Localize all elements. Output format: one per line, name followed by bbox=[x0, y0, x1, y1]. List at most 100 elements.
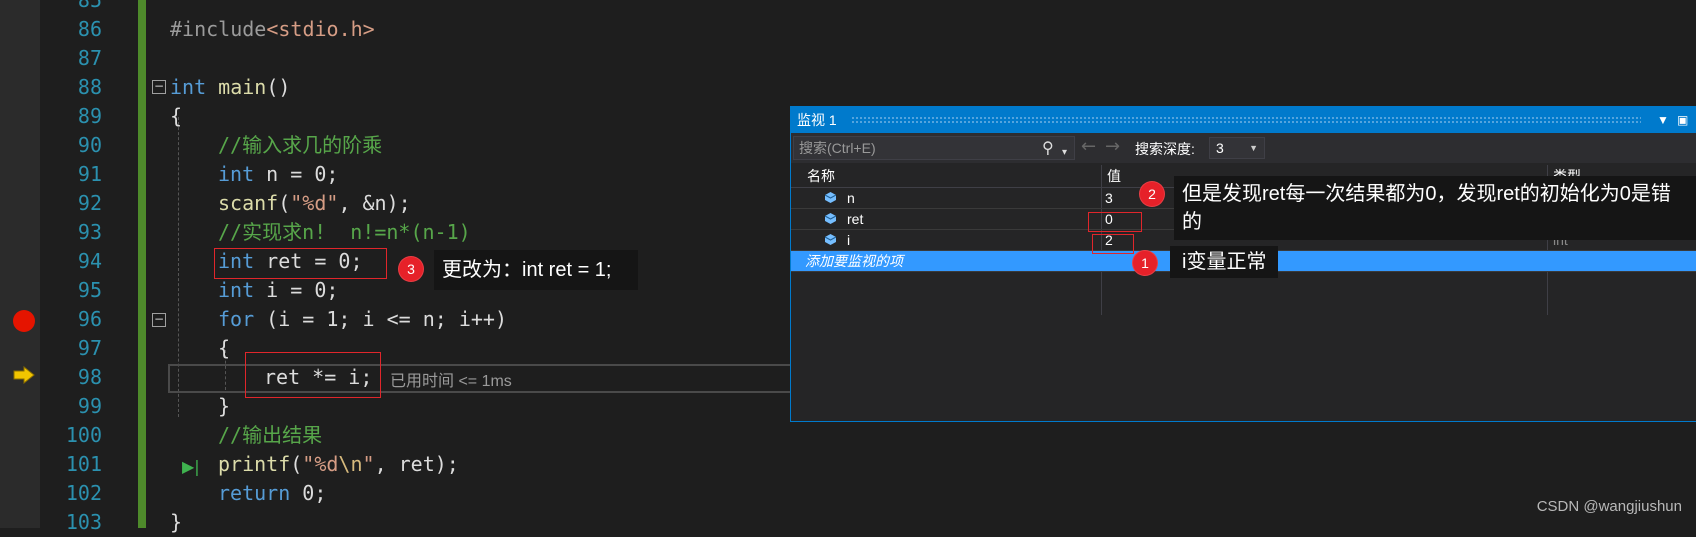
code-line-102[interactable]: return 0; bbox=[218, 479, 326, 508]
escape-sequence: \n bbox=[338, 452, 363, 476]
code-line-97[interactable]: { bbox=[218, 334, 230, 363]
perftip-elapsed-time[interactable]: 已用时间 <= 1ms bbox=[390, 367, 512, 391]
title-grip[interactable] bbox=[851, 116, 1641, 124]
collapse-icon[interactable]: − bbox=[152, 80, 166, 94]
search-depth-label: 搜索深度: bbox=[1135, 141, 1195, 157]
annotation-badge-3: 3 bbox=[398, 256, 424, 282]
line-number: 88 bbox=[77, 75, 102, 99]
code-text: ( bbox=[290, 452, 303, 476]
current-statement-arrow-icon bbox=[13, 366, 35, 384]
code-line-88[interactable]: int main() bbox=[170, 73, 290, 102]
code-line-96[interactable]: for (i = 1; i <= n; i++) bbox=[218, 305, 507, 334]
line-number: 103 bbox=[65, 510, 102, 534]
change-tracking-bar bbox=[138, 0, 146, 528]
maximize-icon[interactable]: ▣ bbox=[1677, 107, 1688, 133]
line-number: 85 bbox=[77, 0, 102, 12]
watch-search-input[interactable]: 搜索(Ctrl+E) ⚲ ▾ bbox=[793, 136, 1075, 160]
line-number: 92 bbox=[77, 191, 102, 215]
string-literal: "%d" bbox=[290, 191, 339, 215]
string-literal: " bbox=[362, 452, 375, 476]
annotation-badge-2: 2 bbox=[1139, 181, 1165, 207]
watermark: CSDN @wangjiushun bbox=[1536, 498, 1682, 515]
code-text: ( bbox=[278, 191, 291, 215]
code-line-92[interactable]: scanf("%d", &n); bbox=[218, 189, 411, 218]
line-number: 93 bbox=[77, 220, 102, 244]
code-line-101[interactable]: printf("%d\n", ret); bbox=[218, 450, 459, 479]
highlight-box-ret-multiply bbox=[245, 352, 381, 398]
code-line-91[interactable]: int n = 0; bbox=[218, 160, 338, 189]
function-name: scanf bbox=[218, 191, 279, 215]
keyword: return bbox=[218, 481, 291, 505]
line-number: 98 bbox=[77, 365, 102, 389]
collapse-icon[interactable]: − bbox=[152, 313, 166, 327]
column-name-header[interactable]: 名称 bbox=[807, 165, 835, 187]
breakpoint-icon[interactable] bbox=[13, 310, 35, 332]
keyword: int bbox=[170, 75, 207, 99]
annotation-callout-1: i变量正常 bbox=[1170, 246, 1279, 278]
line-number: 97 bbox=[77, 336, 102, 360]
search-icon[interactable]: ⚲ bbox=[1042, 138, 1054, 160]
function-name: main bbox=[218, 75, 267, 99]
search-depth-select[interactable]: 3 ▼ bbox=[1209, 137, 1265, 159]
breakpoint-margin[interactable] bbox=[0, 0, 40, 528]
highlight-box-ret-value bbox=[1088, 212, 1142, 232]
code-line-90[interactable]: //输入求几的阶乘 bbox=[218, 131, 382, 160]
watch-row-value[interactable]: 3 bbox=[1105, 188, 1113, 208]
code-text: () bbox=[266, 75, 291, 99]
add-watch-item-label[interactable]: 添加要监视的项 bbox=[805, 251, 903, 271]
code-text: , ret); bbox=[374, 452, 459, 476]
run-to-click-icon[interactable]: ▶| bbox=[182, 457, 200, 476]
watch-row-name: n bbox=[847, 190, 855, 206]
line-number: 89 bbox=[77, 104, 102, 128]
code-text: i = 0; bbox=[254, 278, 339, 302]
code-line-99[interactable]: } bbox=[218, 392, 230, 421]
chevron-down-icon: ▼ bbox=[1249, 143, 1258, 153]
search-options-chevron-icon[interactable]: ▾ bbox=[1062, 142, 1067, 164]
code-text: , &n); bbox=[338, 191, 411, 215]
line-number: 95 bbox=[77, 278, 102, 302]
line-number: 91 bbox=[77, 162, 102, 186]
variable-cube-icon bbox=[825, 234, 836, 245]
keyword: int bbox=[218, 278, 255, 302]
variable-cube-icon bbox=[825, 213, 836, 224]
line-number: 86 bbox=[77, 17, 102, 41]
annotation-badge-1: 1 bbox=[1132, 250, 1158, 276]
code-line-95[interactable]: int i = 0; bbox=[218, 276, 338, 305]
preprocessor-directive: #include bbox=[170, 17, 267, 41]
line-number: 87 bbox=[77, 46, 102, 70]
code-text: (i = 1; i <= n; i++) bbox=[254, 307, 507, 331]
watch-title-bar[interactable]: 监视 1 ▼ ▣ bbox=[791, 107, 1696, 133]
code-line-100[interactable]: //输出结果 bbox=[218, 421, 322, 450]
annotation-callout-2: 但是发现ret每一次结果都为0，发现ret的初始化为0是错的 bbox=[1174, 176, 1696, 240]
code-text: 0; bbox=[290, 481, 327, 505]
line-number: 99 bbox=[77, 394, 102, 418]
highlight-box-i-value bbox=[1092, 234, 1134, 254]
search-previous-icon[interactable]: ← bbox=[1081, 136, 1096, 157]
search-next-icon[interactable]: → bbox=[1105, 136, 1120, 157]
highlight-box-ret-declaration bbox=[214, 248, 387, 279]
line-number: 102 bbox=[65, 481, 102, 505]
code-text: n = 0; bbox=[254, 162, 339, 186]
code-line-86[interactable]: #include<stdio.h> bbox=[170, 15, 375, 44]
line-number: 101 bbox=[65, 452, 102, 476]
keyword: int bbox=[218, 162, 255, 186]
code-line-93[interactable]: //实现求n! n!=n*(n-1) bbox=[218, 218, 471, 247]
code-line-89[interactable]: { bbox=[170, 102, 182, 131]
window-menu-dropdown-icon[interactable]: ▼ bbox=[1657, 107, 1669, 133]
line-number: 96 bbox=[77, 307, 102, 331]
keyword: for bbox=[218, 307, 255, 331]
annotation-callout-3: 更改为：int ret = 1; bbox=[434, 250, 638, 290]
column-value-header[interactable]: 值 bbox=[1107, 165, 1121, 187]
watch-toolbar: 搜索(Ctrl+E) ⚲ ▾ ← → 搜索深度: 3 ▼ bbox=[791, 133, 1696, 163]
watch-row-name: i bbox=[847, 232, 851, 248]
line-number: 94 bbox=[77, 249, 102, 273]
watch-title: 监视 1 bbox=[797, 112, 837, 128]
code-line-103[interactable]: } bbox=[170, 508, 182, 537]
include-path: <stdio.h> bbox=[266, 17, 375, 41]
line-number: 100 bbox=[65, 423, 102, 447]
line-number: 90 bbox=[77, 133, 102, 157]
watch-row-name: ret bbox=[847, 211, 864, 227]
variable-cube-icon bbox=[825, 192, 836, 203]
function-name: printf bbox=[218, 452, 291, 476]
string-literal: "%d bbox=[302, 452, 339, 476]
